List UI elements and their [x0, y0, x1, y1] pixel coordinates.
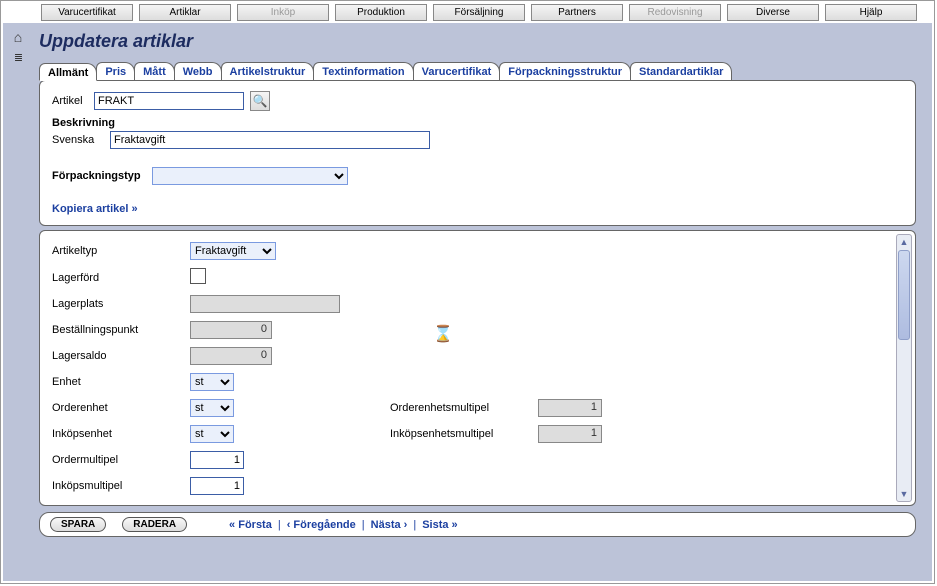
- artikel-label: Artikel: [52, 95, 94, 107]
- orderenhetsmultipel-label: Orderenhetsmultipel: [390, 402, 530, 414]
- orderenhet-label: Orderenhet: [52, 402, 182, 414]
- lagersaldo-field: 0: [190, 347, 272, 365]
- tab-matt[interactable]: Mått: [134, 62, 175, 80]
- inkopsenhetsmultipel-label: Inköpsenhetsmultipel: [390, 428, 530, 440]
- artikeltyp-select[interactable]: Fraktavgift: [190, 242, 276, 260]
- orderenhetsmultipel-field: 1: [538, 399, 602, 417]
- beskrivning-heading: Beskrivning: [52, 117, 903, 129]
- hourglass-icon: ⌛: [433, 324, 453, 344]
- lagerplats-field: [190, 295, 340, 313]
- ordermultipel-label: Ordermultipel: [52, 454, 182, 466]
- pager: SPARA RADERA « Första | ‹ Föregående | N…: [39, 512, 916, 537]
- lagerford-label: Lagerförd: [52, 272, 182, 284]
- scroll-down-icon[interactable]: ▼: [897, 487, 911, 501]
- topnav-hjalp[interactable]: Hjälp: [825, 4, 917, 21]
- tab-varucertifikat[interactable]: Varucertifikat: [413, 62, 501, 80]
- forpackningstyp-label: Förpackningstyp: [52, 170, 152, 182]
- bestallningspunkt-field: 0: [190, 321, 272, 339]
- copy-article-link[interactable]: Kopiera artikel »: [52, 203, 138, 215]
- forpackningstyp-select[interactable]: [152, 167, 348, 185]
- sidebar: ⌂ ≣: [3, 23, 33, 581]
- tab-allmant[interactable]: Allmänt: [39, 63, 97, 81]
- topnav-produktion[interactable]: Produktion: [335, 4, 427, 21]
- svenska-label: Svenska: [52, 134, 110, 146]
- artikeltyp-label: Artikeltyp: [52, 245, 182, 257]
- save-button[interactable]: SPARA: [50, 517, 106, 532]
- ordermultipel-input[interactable]: [190, 451, 244, 469]
- orderenhet-select[interactable]: st: [190, 399, 234, 417]
- lagersaldo-label: Lagersaldo: [52, 350, 182, 362]
- svenska-input[interactable]: [110, 131, 430, 149]
- inkopsmultipel-label: Inköpsmultipel: [52, 480, 182, 492]
- scroll-thumb[interactable]: [898, 250, 910, 340]
- pager-next[interactable]: Nästa ›: [371, 519, 408, 531]
- scrollbar[interactable]: ▲ ▼: [896, 234, 912, 502]
- tab-pris[interactable]: Pris: [96, 62, 135, 80]
- pager-first[interactable]: « Första: [229, 519, 272, 531]
- page-title: Uppdatera artiklar: [39, 31, 922, 52]
- lagerplats-label: Lagerplats: [52, 298, 182, 310]
- bestallningspunkt-label: Beställningspunkt: [52, 324, 182, 336]
- lagerford-checkbox[interactable]: [190, 268, 206, 284]
- top-menu: Varucertifikat Artiklar Inköp Produktion…: [1, 1, 934, 21]
- pager-sep: |: [362, 519, 365, 531]
- topnav-inkop: Inköp: [237, 4, 329, 21]
- list-icon[interactable]: ≣: [14, 51, 22, 64]
- tab-standardartiklar[interactable]: Standardartiklar: [630, 62, 732, 80]
- inkopsenhetsmultipel-field: 1: [538, 425, 602, 443]
- artikel-lookup-button[interactable]: 🔍: [250, 91, 270, 111]
- topnav-artiklar[interactable]: Artiklar: [139, 4, 231, 21]
- pager-sep: |: [413, 519, 416, 531]
- topnav-forsaljning[interactable]: Försäljning: [433, 4, 525, 21]
- topnav-redovisning: Redovisning: [629, 4, 721, 21]
- tab-textinformation[interactable]: Textinformation: [313, 62, 413, 80]
- tab-artikelstruktur[interactable]: Artikelstruktur: [221, 62, 315, 80]
- search-icon: 🔍: [253, 94, 268, 108]
- topnav-varucertifikat[interactable]: Varucertifikat: [41, 4, 133, 21]
- inkopsenhet-select[interactable]: st: [190, 425, 234, 443]
- topnav-partners[interactable]: Partners: [531, 4, 623, 21]
- enhet-select[interactable]: st: [190, 373, 234, 391]
- tab-webb[interactable]: Webb: [174, 62, 222, 80]
- artikel-input[interactable]: [94, 92, 244, 110]
- form-tabs: Allmänt Pris Mått Webb Artikelstruktur T…: [39, 62, 922, 80]
- tab-forpackningsstruktur[interactable]: Förpackningsstruktur: [499, 62, 631, 80]
- pager-sep: |: [278, 519, 281, 531]
- pager-last[interactable]: Sista »: [422, 519, 457, 531]
- inkopsmultipel-input[interactable]: [190, 477, 244, 495]
- delete-button[interactable]: RADERA: [122, 517, 187, 532]
- pager-prev[interactable]: ‹ Föregående: [287, 519, 356, 531]
- inkopsenhet-label: Inköpsenhet: [52, 428, 182, 440]
- scroll-up-icon[interactable]: ▲: [897, 235, 911, 249]
- topnav-diverse[interactable]: Diverse: [727, 4, 819, 21]
- enhet-label: Enhet: [52, 376, 182, 388]
- home-icon[interactable]: ⌂: [14, 29, 22, 45]
